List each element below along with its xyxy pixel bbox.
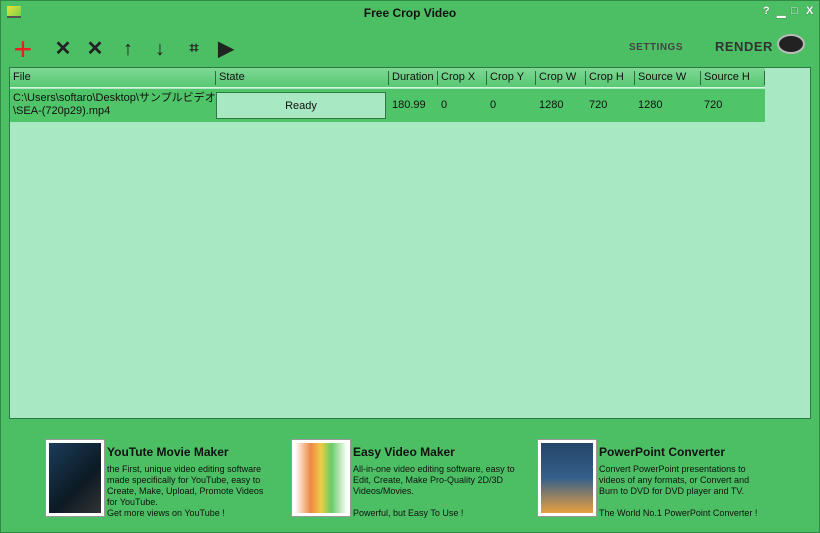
play-icon[interactable]: ▶ [214,37,238,61]
close-button[interactable]: X [806,5,813,17]
cell-state: Ready [216,92,386,119]
product-box-image [537,439,597,517]
ad-description: All-in-one video editing software, easy … [353,464,515,518]
col-duration[interactable]: Duration [388,71,434,85]
remove-all-icon[interactable]: ✕ [83,37,107,61]
cell-crop-h: 720 [589,99,608,111]
minimize-button[interactable]: ▁ [777,5,785,18]
table-row[interactable]: C:\Users\softaro\Desktop\サンプルビデオ \SEA-(7… [10,89,765,122]
crop-icon[interactable]: ⌗ [182,37,206,61]
col-state[interactable]: State [215,71,245,85]
ad-description: Convert PowerPoint presentations to vide… [599,464,758,518]
window-title: Free Crop Video [363,6,457,20]
col-file[interactable]: File [10,71,31,85]
ad-title: Easy Video Maker [353,445,455,459]
ad-title: PowerPoint Converter [599,445,726,459]
remove-icon[interactable]: ✕ [51,37,75,61]
product-box-image [291,439,351,517]
move-up-icon[interactable]: ↑ [116,37,140,61]
ad-title: YouTute Movie Maker [107,445,229,459]
ad-description: the First, unique video editing software… [107,464,264,518]
help-button[interactable]: ? [763,5,770,17]
cell-crop-x: 0 [441,99,448,111]
cell-crop-y: 0 [490,99,497,111]
col-end [764,71,768,85]
file-table[interactable]: File State Duration Crop X Crop Y Crop W… [9,67,811,419]
product-box-image [45,439,105,517]
cell-source-w: 1280 [638,99,663,111]
add-file-icon[interactable]: + [11,33,35,65]
cell-file: C:\Users\softaro\Desktop\サンプルビデオ \SEA-(7… [13,92,216,117]
cell-crop-w: 1280 [539,99,564,111]
ad-easy-video-maker[interactable]: Easy Video Maker All-in-one video editin… [291,439,531,519]
maximize-button[interactable]: □ [791,5,798,17]
col-source-w[interactable]: Source W [634,71,686,85]
col-crop-x[interactable]: Crop X [437,71,475,85]
settings-button[interactable]: SETTINGS [629,42,683,53]
render-button[interactable]: RENDER [715,39,773,54]
film-reel-icon [777,34,805,54]
col-crop-h[interactable]: Crop H [585,71,624,85]
cell-source-h: 720 [704,99,723,111]
cell-duration: 180.99 [392,99,426,111]
move-down-icon[interactable]: ↓ [148,37,172,61]
col-source-h[interactable]: Source H [700,71,750,85]
ad-powerpoint-converter[interactable]: PowerPoint Converter Convert PowerPoint … [537,439,777,519]
table-header: File State Duration Crop X Crop Y Crop W… [10,68,765,88]
ad-youtube-movie-maker[interactable]: YouTute Movie Maker the First, unique vi… [45,439,285,519]
col-crop-w[interactable]: Crop W [535,71,576,85]
col-crop-y[interactable]: Crop Y [486,71,524,85]
